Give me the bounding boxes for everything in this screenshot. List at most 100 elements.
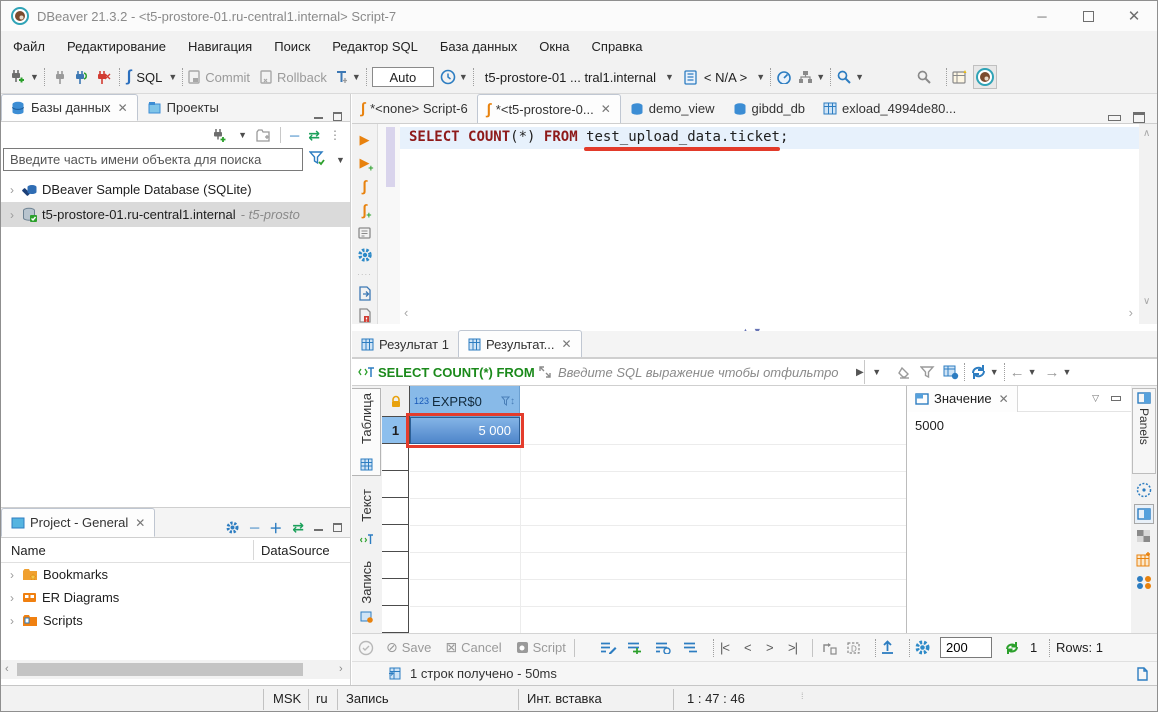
scroll-down-icon[interactable]: ∨: [1143, 296, 1150, 307]
grid-cell-expr0-row1[interactable]: 5 000: [410, 417, 520, 444]
execute-script-new-icon[interactable]: ∫+: [362, 202, 366, 219]
minimize-panel-icon[interactable]: [314, 524, 323, 531]
quick-search-icon[interactable]: [916, 69, 932, 85]
column-header-datasource[interactable]: DataSource: [261, 543, 330, 558]
forward-dropdown[interactable]: ▼: [1063, 367, 1072, 377]
expand-filter-icon[interactable]: [538, 365, 552, 379]
save-button[interactable]: ⊘Save: [386, 639, 431, 656]
menu-database[interactable]: База данных: [440, 39, 517, 54]
sql-editor-button[interactable]: SQL: [136, 70, 162, 85]
open-perspective-icon[interactable]: [952, 69, 969, 85]
back-dropdown[interactable]: ▼: [1028, 367, 1037, 377]
link-with-editor-icon[interactable]: ⇄: [292, 519, 304, 536]
gear-icon[interactable]: [357, 247, 373, 263]
filter-history-dropdown[interactable]: ▼: [864, 360, 886, 384]
filter-objects-icon[interactable]: [309, 150, 326, 167]
apply-filter-icon[interactable]: [920, 365, 935, 379]
tab-databases[interactable]: Базы данных✕: [1, 94, 138, 121]
script-button[interactable]: Script: [516, 640, 566, 655]
select-row-icon[interactable]: D: [846, 641, 861, 655]
next-row-icon[interactable]: >: [766, 640, 774, 655]
last-row-icon[interactable]: >|: [788, 640, 797, 655]
expand-icon[interactable]: ›: [7, 568, 17, 582]
minimize-editor-icon[interactable]: [1108, 115, 1121, 121]
menu-search[interactable]: Поиск: [274, 39, 310, 54]
edit-row-icon[interactable]: [600, 641, 617, 654]
grid-corner-cell[interactable]: [382, 386, 410, 417]
column-header-expr0[interactable]: 123 EXPR$0 ↕: [410, 386, 520, 417]
menu-edit[interactable]: Редактирование: [67, 39, 166, 54]
metadata-panel-icon[interactable]: [1136, 552, 1151, 567]
references-panel-icon[interactable]: [1136, 575, 1152, 592]
dbeaver-perspective-icon[interactable]: [973, 65, 997, 89]
value-panel-menu-icon[interactable]: ▽: [1092, 393, 1099, 404]
filter-overflow-icon[interactable]: ▶: [856, 367, 864, 378]
menu-file[interactable]: Файл: [13, 39, 45, 54]
export-result-icon[interactable]: [358, 286, 372, 301]
reconnect-icon[interactable]: [70, 70, 92, 85]
transaction-log-dropdown[interactable]: ▼: [459, 72, 468, 82]
new-connection-dropdown[interactable]: ▼: [30, 72, 39, 82]
goto-row-icon[interactable]: [822, 641, 837, 655]
gear-icon[interactable]: [225, 520, 240, 535]
calc-panel-icon[interactable]: [1136, 529, 1151, 543]
close-icon[interactable]: ✕: [135, 516, 145, 530]
close-icon[interactable]: ✕: [601, 102, 611, 116]
pin-result-icon[interactable]: [1136, 667, 1149, 681]
rollback-button[interactable]: Rollback: [260, 70, 327, 85]
tree-item-bookmarks[interactable]: › Bookmarks: [1, 563, 350, 586]
editor-vscrollbar[interactable]: ∧ ∨: [1139, 124, 1157, 324]
autocommit-combo[interactable]: Auto: [372, 67, 434, 87]
new-connection-dropdown[interactable]: ▼: [238, 130, 247, 140]
error-log-icon[interactable]: [358, 308, 372, 323]
refresh-dropdown[interactable]: ▼: [990, 367, 999, 377]
collapse-all-icon[interactable]: ─: [250, 520, 259, 535]
view-menu-icon[interactable]: ⋮: [329, 128, 342, 142]
filter-expression-input[interactable]: [556, 364, 856, 381]
commit-button[interactable]: Commit: [188, 70, 250, 85]
save-filter-icon[interactable]: [943, 365, 959, 380]
fetch-size-input[interactable]: [940, 637, 992, 658]
close-icon[interactable]: ✕: [999, 392, 1009, 406]
menu-sql-editor[interactable]: Редактор SQL: [332, 39, 418, 54]
close-icon[interactable]: ✕: [562, 337, 572, 351]
cancel-button[interactable]: ⊠Cancel: [445, 639, 501, 656]
tab-script-6[interactable]: ∫ *<none> Script-6: [352, 94, 477, 123]
expand-icon[interactable]: ›: [7, 208, 17, 222]
search-metadata-dropdown[interactable]: ▼: [855, 72, 864, 82]
back-icon[interactable]: ←: [1010, 364, 1025, 381]
erase-filter-icon[interactable]: [896, 365, 912, 379]
expand-all-icon[interactable]: ＋: [269, 518, 282, 537]
grouping-panel-icon[interactable]: [1136, 482, 1152, 498]
tab-gibdd-db[interactable]: gibdd_db: [724, 94, 815, 123]
database-selector[interactable]: < N/A >: [704, 70, 747, 85]
tab-grid-presentation[interactable]: Таблица: [352, 388, 381, 476]
first-row-icon[interactable]: |<: [720, 640, 729, 655]
tab-script-7-active[interactable]: ∫ *<t5-prostore-0...✕: [477, 94, 621, 123]
minimize-panel-icon[interactable]: [314, 112, 323, 119]
tree-item-sample-database[interactable]: › DBeaver Sample Database (SQLite): [1, 177, 350, 202]
tab-result-1[interactable]: Результат 1: [352, 331, 458, 357]
network-profile-dropdown[interactable]: ▼: [816, 72, 825, 82]
search-metadata-icon[interactable]: [836, 69, 852, 85]
scroll-right-icon[interactable]: ›: [1129, 305, 1133, 320]
scroll-right-icon[interactable]: ›: [339, 663, 343, 675]
tab-project-general[interactable]: Project - General✕: [1, 508, 155, 537]
fetch-next-icon[interactable]: [1004, 641, 1020, 655]
scroll-left-icon[interactable]: ‹: [5, 663, 9, 675]
transaction-mode-icon[interactable]: [335, 70, 349, 84]
close-icon[interactable]: ✕: [118, 101, 128, 115]
project-hscrollbar[interactable]: ‹ ›: [1, 660, 350, 679]
gear-icon[interactable]: [914, 639, 931, 656]
insert-mode-label[interactable]: Инт. вставка: [527, 691, 602, 706]
explain-plan-icon[interactable]: [357, 226, 372, 240]
sql-editor-icon[interactable]: ∫: [127, 68, 131, 86]
object-search-input[interactable]: [3, 148, 303, 171]
column-header-name[interactable]: Name: [1, 543, 46, 558]
minimize-icon[interactable]: ─: [1019, 2, 1065, 30]
database-selector-dropdown[interactable]: ▼: [756, 72, 765, 82]
new-folder-icon[interactable]: [256, 129, 271, 142]
sql-code-line[interactable]: SELECT COUNT(*) FROM test_upload_data.ti…: [409, 129, 788, 145]
disconnect-icon[interactable]: [92, 70, 114, 85]
column-filter-sort-icon[interactable]: ↕: [501, 396, 515, 407]
